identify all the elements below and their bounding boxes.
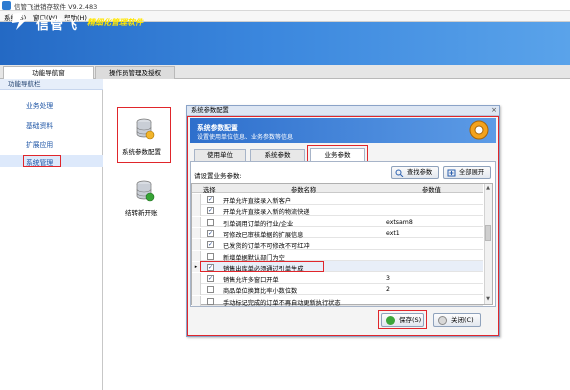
logo-text: 信管飞: [36, 18, 79, 33]
annotation-box-save: [378, 310, 427, 329]
left-nav-header: 功能导航栏: [0, 79, 103, 90]
annotation-box-row: [200, 261, 324, 272]
param-name: 可修改已审核单据的扩展信息: [223, 231, 304, 239]
row-selector[interactable]: [192, 239, 201, 250]
row-checkbox[interactable]: [207, 218, 214, 226]
row-checkbox[interactable]: ✓: [207, 229, 214, 237]
table-scrollbar[interactable]: [484, 184, 492, 304]
scroll-down-icon[interactable]: ▼: [485, 296, 491, 303]
column-header-value[interactable]: 参数值: [422, 185, 441, 194]
param-name: 已发货的订单不可修改不可红冲: [223, 243, 310, 251]
close-icon: [438, 316, 447, 325]
config-prompt-label: 请设置业务参数:: [194, 172, 242, 180]
annotation-box-sidebar: [23, 155, 61, 167]
row-selector[interactable]: [192, 227, 201, 239]
row-checkbox[interactable]: [207, 286, 214, 294]
sidebar-item-basic-data[interactable]: 基础资料: [26, 120, 53, 130]
param-name: 引单调用订单的行业/企业: [223, 220, 294, 228]
param-name: 商品单位换算比率小数位数: [223, 288, 298, 296]
param-name: 销售允许多窗口开单: [223, 277, 279, 285]
row-selector[interactable]: [192, 216, 201, 228]
row-checkbox[interactable]: ✓: [207, 275, 214, 283]
logo-slogan: 精细化管理软件: [87, 18, 143, 27]
row-selector[interactable]: [192, 295, 201, 307]
tab-function-nav[interactable]: 功能导航窗: [3, 66, 94, 79]
expand-all-button[interactable]: 全部展开: [443, 166, 491, 179]
tab-operator-management[interactable]: 操作员管理及授权: [95, 66, 175, 79]
scroll-up-icon[interactable]: ▲: [485, 185, 491, 192]
search-icon: [395, 169, 404, 177]
expand-all-label: 全部展开: [459, 169, 485, 176]
param-name: 开单允许直接录入新客户: [223, 198, 292, 205]
column-header-name[interactable]: 参数名称: [291, 185, 316, 194]
row-selector[interactable]: [192, 205, 201, 216]
row-checkbox[interactable]: [207, 252, 214, 260]
database-gear-icon[interactable]: [135, 118, 155, 140]
app-banner: [0, 22, 570, 65]
column-header-select[interactable]: 选择: [203, 185, 216, 194]
close-button-label: 关闭(C): [451, 316, 474, 324]
param-value[interactable]: 2: [386, 286, 390, 293]
app-icon: [2, 1, 11, 10]
row-checkbox[interactable]: ✓: [207, 196, 214, 203]
param-value[interactable]: extsam8: [386, 219, 413, 226]
gear-icon: [469, 120, 489, 140]
dialog-banner-subtitle: 设置使用单位信息、业务参数等信息: [197, 134, 294, 141]
param-value[interactable]: ext1: [386, 230, 400, 237]
dialog-banner-title: 系统参数配置: [197, 124, 238, 132]
param-name: 开单允许直接录入新的物流快递: [223, 209, 310, 217]
row-checkbox[interactable]: ✓: [207, 241, 214, 249]
carry-forward-label[interactable]: 结转新开账: [125, 207, 158, 217]
close-button[interactable]: 关闭(C): [433, 313, 481, 327]
logo-icon: [12, 12, 27, 30]
row-selector[interactable]: [192, 273, 201, 284]
row-checkbox[interactable]: ✓: [207, 207, 214, 215]
database-refresh-icon[interactable]: [135, 180, 155, 202]
expand-icon: [447, 169, 456, 177]
tab-usage-unit[interactable]: 使用单位: [194, 149, 246, 161]
system-config-label[interactable]: 系统参数配置: [122, 146, 161, 156]
param-name: 手动标记完成的订单不再自动更新执行状态: [223, 299, 341, 307]
sidebar-item-extensions[interactable]: 扩展应用: [26, 139, 53, 149]
param-value[interactable]: 3: [386, 275, 390, 282]
row-selector[interactable]: [192, 284, 201, 295]
dialog-title: 系统参数配置: [187, 106, 499, 116]
sidebar-item-business[interactable]: 业务处理: [26, 100, 53, 110]
tab-system-params[interactable]: 系统参数: [250, 149, 305, 161]
find-params-button[interactable]: 查找参数: [391, 166, 439, 179]
row-checkbox[interactable]: [207, 297, 214, 305]
scrollbar-thumb[interactable]: [485, 225, 491, 241]
row-selector[interactable]: [192, 250, 201, 261]
dialog-close-icon[interactable]: ×: [490, 107, 498, 115]
row-selector[interactable]: [192, 194, 201, 205]
find-params-label: 查找参数: [407, 169, 433, 176]
